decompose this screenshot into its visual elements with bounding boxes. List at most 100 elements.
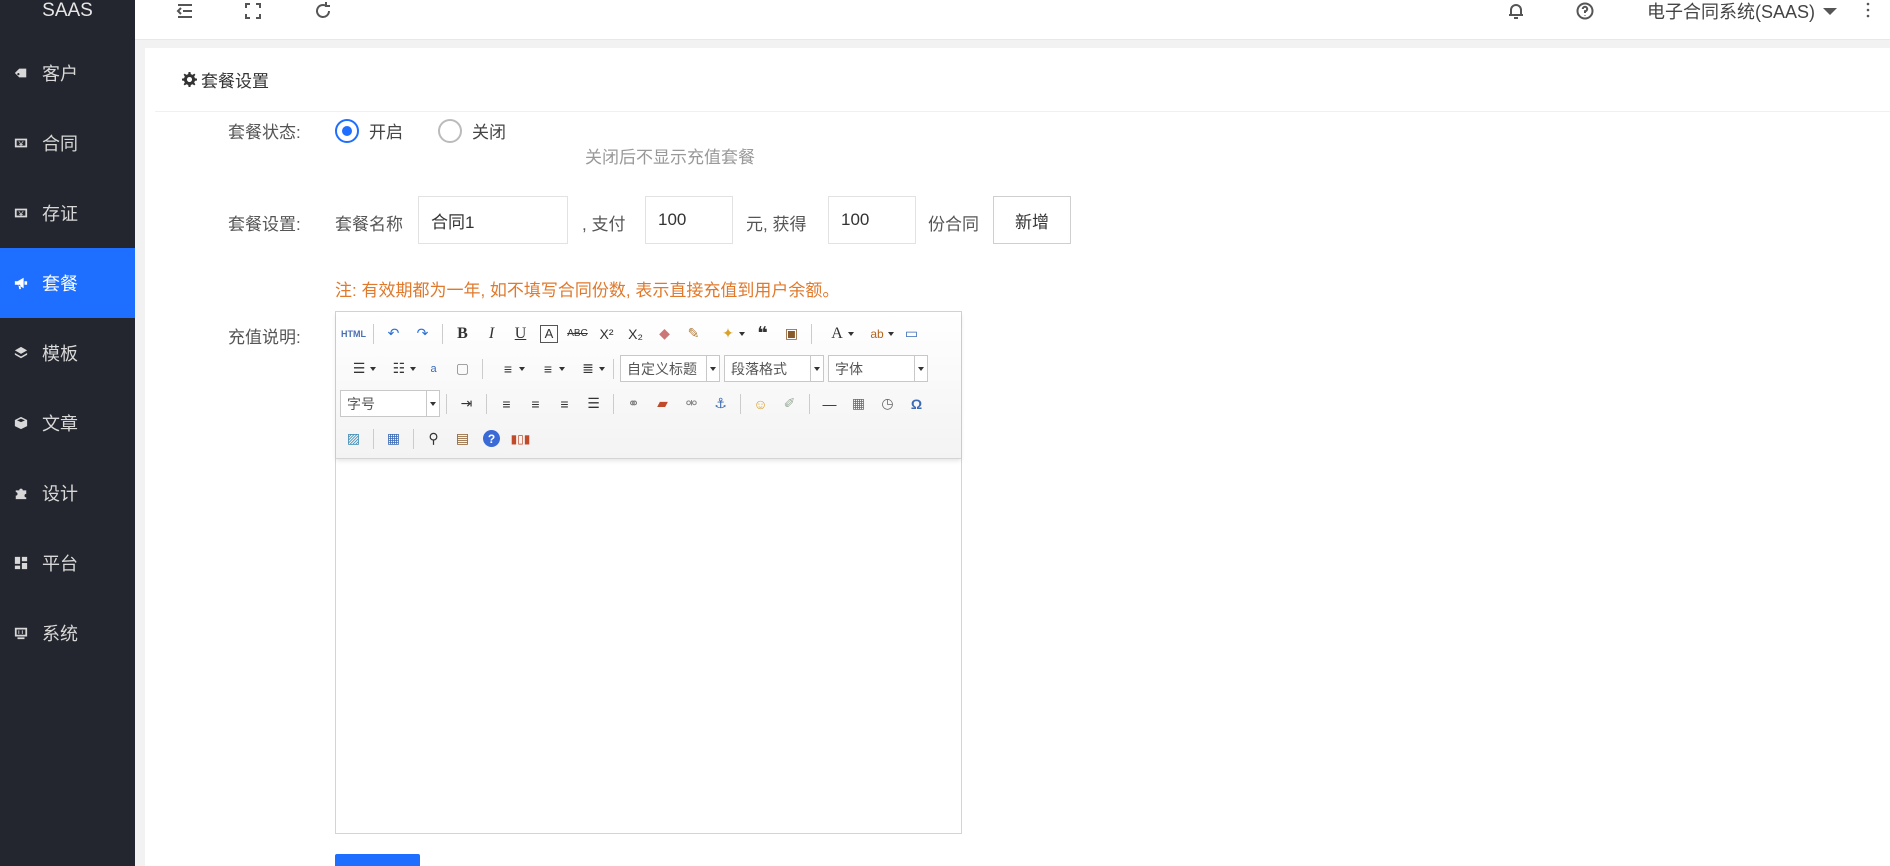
status-label: 套餐状态: [228, 123, 301, 142]
superscript-icon[interactable]: X² [593, 320, 620, 347]
validity-note: 注: 有效期都为一年, 如不填写合同份数, 表示直接充值到用户余额。 [335, 281, 840, 300]
directionality-icon[interactable]: a [420, 355, 447, 382]
underline-icon[interactable]: U [507, 320, 534, 347]
system-switcher[interactable]: 电子合同系统(SAAS) [1647, 0, 1838, 24]
font-border-icon[interactable]: A [540, 324, 558, 343]
refresh-icon[interactable] [309, 0, 337, 22]
submit-button[interactable] [335, 854, 420, 866]
template-icon[interactable]: ▤ [449, 425, 476, 452]
scrawl-icon[interactable]: ✐ [776, 390, 803, 417]
radio-dot [335, 118, 359, 143]
unordered-list-icon[interactable]: ☷ [380, 355, 418, 382]
sidebar-item-customers[interactable]: 客户 [0, 38, 135, 108]
unlink-icon[interactable]: ⚮ [678, 390, 705, 417]
align-right-icon[interactable]: ≡ [551, 390, 578, 417]
yen-icon [12, 134, 30, 152]
cube-icon [12, 414, 30, 432]
sidebar-item-system[interactable]: 系统 [0, 598, 135, 668]
card-header: 套餐设置 [155, 48, 1890, 112]
editor-toolbar: HTML ↶ ↷ B I U A ABC X² X₂ ◆ ✎ ✦ ❝ ▣ A a… [336, 312, 961, 459]
sidebar-item-packages[interactable]: 套餐 [0, 248, 135, 318]
redo-icon[interactable]: ↷ [409, 320, 436, 347]
insert-table-icon[interactable]: ▦ [380, 425, 407, 452]
contract-count-input[interactable] [828, 196, 916, 244]
image-icon[interactable]: ▰ [649, 390, 676, 417]
font-color-icon[interactable]: A [818, 320, 856, 347]
sidebar-item-label: 系统 [42, 624, 78, 644]
bold-icon[interactable]: B [449, 320, 476, 347]
sidebar-nav: 客户 合同 存证 套餐 模板 文章 设计 平台 系统 [0, 38, 135, 668]
editor-content-area[interactable] [336, 459, 961, 833]
anchor-icon[interactable]: ⚓ [707, 390, 734, 417]
time-icon[interactable]: ◷ [874, 390, 901, 417]
indent-icon[interactable]: ⇥ [453, 390, 480, 417]
app-logo: SAAS [42, 0, 93, 21]
link-icon[interactable]: ⚭ [620, 390, 647, 417]
page-break-icon[interactable]: ▢ [449, 355, 476, 382]
line-height-icon[interactable]: ≣ [569, 355, 607, 382]
menu-fold-icon[interactable] [171, 0, 199, 22]
toolbar-separator [613, 393, 614, 414]
sidebar-item-label: 设计 [42, 484, 78, 504]
sidebar-item-design[interactable]: 设计 [0, 458, 135, 528]
name-label: 套餐名称 [335, 215, 403, 234]
paragraph-format-select[interactable]: 段落格式 [724, 355, 824, 382]
toolbar-separator [442, 323, 443, 344]
more-vertical-icon[interactable] [1862, 0, 1874, 22]
system-name: 电子合同系统(SAAS) [1647, 2, 1816, 22]
sidebar-item-label: 平台 [42, 554, 78, 574]
sidebar-item-articles[interactable]: 文章 [0, 388, 135, 458]
align-justify-icon[interactable]: ☰ [580, 390, 607, 417]
pay-amount-input[interactable] [645, 196, 733, 244]
package-name-input[interactable] [418, 196, 568, 244]
insert-image-icon[interactable]: ▨ [340, 425, 367, 452]
format-brush-icon[interactable]: ✎ [680, 320, 707, 347]
subscript-icon[interactable]: X₂ [622, 320, 649, 347]
blockquote-icon[interactable]: ❝ [749, 320, 776, 347]
horizontal-rule-icon[interactable]: — [816, 390, 843, 417]
dashboard-icon [12, 554, 30, 572]
undo-icon[interactable]: ↶ [380, 320, 407, 347]
italic-icon[interactable]: I [478, 320, 505, 347]
toolbar-separator [413, 428, 414, 449]
ordered-list-icon[interactable]: ☰ [340, 355, 378, 382]
font-size-select[interactable]: 字号 [340, 390, 440, 417]
strikethrough-icon[interactable]: ABC [564, 320, 591, 347]
emoticon-icon[interactable]: ☺ [747, 390, 774, 417]
help-icon[interactable]: ? [483, 430, 500, 447]
align-left-icon[interactable]: ≡ [493, 390, 520, 417]
special-chars-icon[interactable]: Ω [903, 390, 930, 417]
yen-icon [12, 204, 30, 222]
fullscreen-icon[interactable] [239, 0, 267, 22]
auto-format-icon[interactable]: ✦ [709, 320, 747, 347]
paste-text-icon[interactable]: ▣ [778, 320, 805, 347]
sidebar-item-evidence[interactable]: 存证 [0, 178, 135, 248]
bell-icon[interactable] [1502, 0, 1530, 22]
align-center-icon[interactable]: ≡ [522, 390, 549, 417]
sidebar-item-templates[interactable]: 模板 [0, 318, 135, 388]
add-package-button[interactable]: 新增 [993, 196, 1071, 244]
date-icon[interactable]: ▦ [845, 390, 872, 417]
top-header: 电子合同系统(SAAS) [135, 0, 1890, 40]
sidebar-item-label: 客户 [42, 64, 78, 84]
status-off-radio[interactable]: 关闭 [438, 118, 506, 143]
custom-heading-select[interactable]: 自定义标题 [620, 355, 720, 382]
charts-icon[interactable]: ▮▯▮ [507, 425, 534, 452]
sidebar-item-contracts[interactable]: 合同 [0, 108, 135, 178]
sidebar-item-platform[interactable]: 平台 [0, 528, 135, 598]
preview-icon[interactable]: ▭ [898, 320, 925, 347]
toolbar-separator [373, 428, 374, 449]
paragraph-align-icon[interactable]: ≡ [489, 355, 527, 382]
search-replace-icon[interactable]: ⚲ [420, 425, 447, 452]
highlight-color-icon[interactable]: ab [858, 320, 896, 347]
vertical-align-icon[interactable]: ≡ [529, 355, 567, 382]
desc-label: 充值说明: [228, 328, 301, 347]
toolbar-separator [373, 323, 374, 344]
sidebar-item-label: 套餐 [42, 274, 78, 294]
eraser-icon[interactable]: ◆ [651, 320, 678, 347]
font-family-select[interactable]: 字体 [828, 355, 928, 382]
html-source-icon[interactable]: HTML [340, 320, 367, 347]
help-icon[interactable] [1571, 0, 1599, 22]
puzzle-icon [12, 484, 30, 502]
status-on-radio[interactable]: 开启 [335, 118, 403, 143]
